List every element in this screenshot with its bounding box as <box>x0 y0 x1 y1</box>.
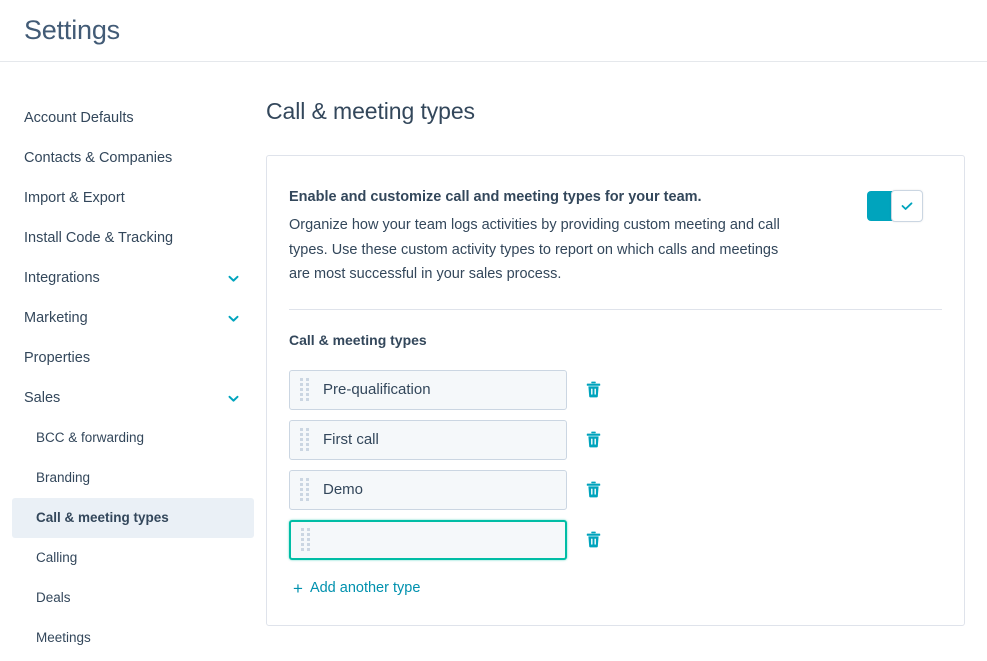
sidebar-item-properties[interactable]: Properties <box>12 338 254 378</box>
sidebar-item-call-and-meeting-types[interactable]: Call & meeting types <box>12 498 254 538</box>
sidebar-item-account-defaults[interactable]: Account Defaults <box>12 98 254 138</box>
chevron-down-icon[interactable] <box>227 312 240 325</box>
type-name-input[interactable] <box>310 431 566 448</box>
sidebar-item-deals[interactable]: Deals <box>12 578 254 618</box>
type-input-wrapper[interactable] <box>289 519 567 560</box>
type-input-wrapper[interactable] <box>289 369 567 410</box>
delete-type-button[interactable] <box>583 480 603 500</box>
type-input-wrapper[interactable] <box>289 469 567 510</box>
main-content: Call & meeting types Enable and customiz… <box>266 62 987 626</box>
sidebar-item-install-code-and-tracking[interactable]: Install Code & Tracking <box>12 218 254 258</box>
card-copy: Enable and customize call and meeting ty… <box>289 186 789 287</box>
type-row <box>289 519 942 560</box>
sidebar-item-label: Import & Export <box>24 190 125 206</box>
sidebar-item-label: Integrations <box>24 270 100 286</box>
page-header: Settings <box>0 0 987 62</box>
sidebar-item-integrations[interactable]: Integrations <box>12 258 254 298</box>
sidebar-item-label: Install Code & Tracking <box>24 230 174 246</box>
sidebar-item-marketing[interactable]: Marketing <box>12 298 254 338</box>
delete-type-button[interactable] <box>583 530 603 550</box>
settings-sidebar: Account Defaults Contacts & Companies Impo… <box>0 62 266 661</box>
card-header-row: Enable and customize call and meeting ty… <box>289 186 942 287</box>
sidebar-item-label: Meetings <box>36 630 91 645</box>
type-row <box>289 469 942 510</box>
chevron-down-icon[interactable] <box>227 392 240 405</box>
card-description-text: Organize how your team logs activities b… <box>289 217 780 282</box>
sidebar-item-label: Branding <box>36 470 91 485</box>
sidebar-item-label: Deals <box>36 590 71 605</box>
type-input-wrapper[interactable] <box>289 419 567 460</box>
trash-icon <box>586 531 601 548</box>
add-another-type-link[interactable]: + Add another type <box>293 580 420 597</box>
types-section-label: Call & meeting types <box>289 331 427 348</box>
drag-handle-icon[interactable] <box>300 378 310 401</box>
sidebar-item-meetings[interactable]: Meetings <box>12 618 254 658</box>
type-row <box>289 419 942 460</box>
toggle-knob <box>891 190 923 222</box>
check-icon <box>900 199 914 213</box>
sidebar-item-bcc-and-forwarding[interactable]: BCC & forwarding <box>12 418 254 458</box>
sidebar-item-contacts-and-companies[interactable]: Contacts & Companies <box>12 138 254 178</box>
content-heading: Call & meeting types <box>266 98 475 124</box>
trash-icon <box>586 381 601 398</box>
type-row <box>289 369 942 410</box>
settings-card: Enable and customize call and meeting ty… <box>266 155 965 626</box>
body-wrapper: Account Defaults Contacts & Companies Impo… <box>0 62 987 661</box>
sidebar-item-label: Call & meeting types <box>36 510 169 525</box>
sidebar-item-branding[interactable]: Branding <box>12 458 254 498</box>
sidebar-item-label: Sales <box>24 390 61 406</box>
chevron-down-icon[interactable] <box>227 272 240 285</box>
card-divider <box>289 308 942 310</box>
sidebar-item-label: Properties <box>24 350 91 366</box>
delete-type-button[interactable] <box>583 380 603 400</box>
type-name-input[interactable] <box>311 531 565 548</box>
sidebar-item-calling[interactable]: Calling <box>12 538 254 578</box>
sidebar-item-label: BCC & forwarding <box>36 430 145 445</box>
trash-icon <box>586 481 601 498</box>
drag-handle-icon[interactable] <box>301 528 311 551</box>
types-list <box>289 369 942 560</box>
enable-types-toggle[interactable] <box>867 190 923 222</box>
trash-icon <box>586 431 601 448</box>
sidebar-item-label: Account Defaults <box>24 110 134 126</box>
page-title: Settings <box>24 15 120 45</box>
type-name-input[interactable] <box>310 381 566 398</box>
type-name-input[interactable] <box>310 481 566 498</box>
sidebar-item-label: Marketing <box>24 310 88 326</box>
drag-handle-icon[interactable] <box>300 478 310 501</box>
plus-icon: + <box>293 578 303 598</box>
delete-type-button[interactable] <box>583 430 603 450</box>
sidebar-item-import-and-export[interactable]: Import & Export <box>12 178 254 218</box>
sidebar-item-label: Calling <box>36 550 78 565</box>
add-another-type-label: Add another type <box>309 580 421 596</box>
sidebar-item-label: Contacts & Companies <box>24 150 173 166</box>
sidebar-item-sales[interactable]: Sales <box>12 378 254 418</box>
drag-handle-icon[interactable] <box>300 428 310 451</box>
card-lead-text: Enable and customize call and meeting ty… <box>289 189 702 205</box>
